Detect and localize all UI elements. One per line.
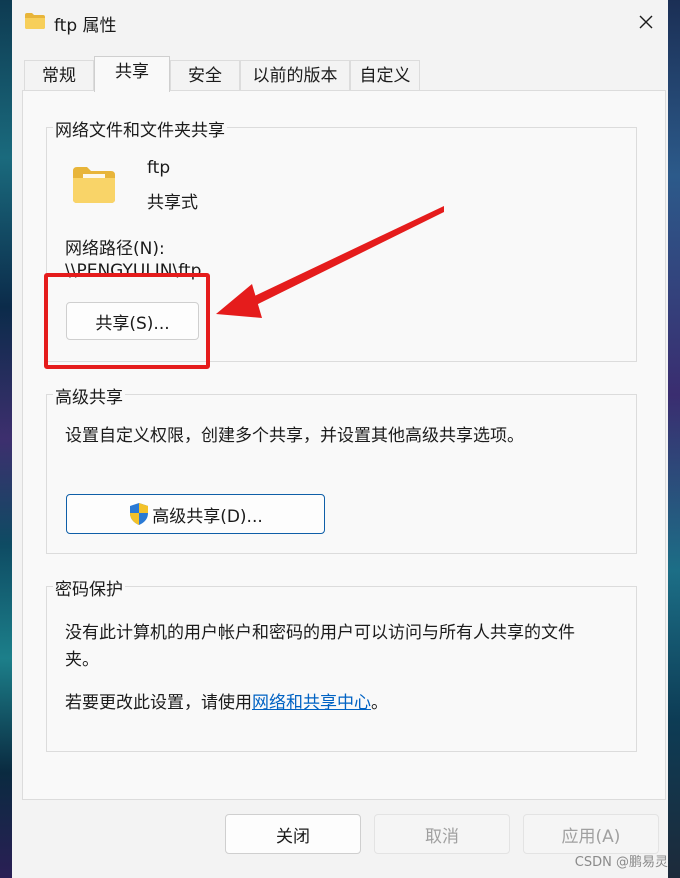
watermark: CSDN @鹏易灵 xyxy=(574,855,668,870)
tab-sharing[interactable]: 共享 xyxy=(94,56,170,92)
annotation-arrow xyxy=(216,206,444,318)
